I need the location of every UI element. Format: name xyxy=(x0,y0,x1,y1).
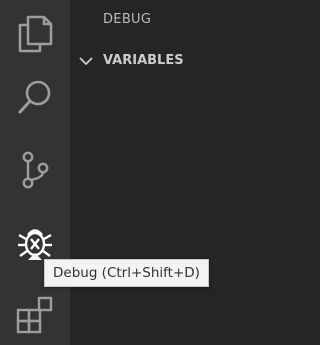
search-icon xyxy=(18,80,51,114)
extensions-icon xyxy=(16,296,53,334)
debug-sidebar: DEBUG VARIABLES xyxy=(70,0,257,345)
sidebar-title: DEBUG xyxy=(103,12,152,27)
tooltip-arrow xyxy=(28,253,42,260)
files-icon xyxy=(18,15,53,53)
debug-tooltip: Debug (Ctrl+Shift+D) xyxy=(44,259,209,287)
activity-explorer[interactable] xyxy=(0,3,70,65)
source-control-icon xyxy=(22,151,49,189)
variables-section-label: VARIABLES xyxy=(103,53,184,68)
activity-bar xyxy=(0,0,70,345)
activity-extensions[interactable] xyxy=(0,283,70,345)
chevron-down-icon xyxy=(79,57,93,66)
activity-search[interactable] xyxy=(0,66,70,128)
variables-section-header[interactable]: VARIABLES xyxy=(70,50,257,74)
activity-source-control[interactable] xyxy=(0,139,70,201)
